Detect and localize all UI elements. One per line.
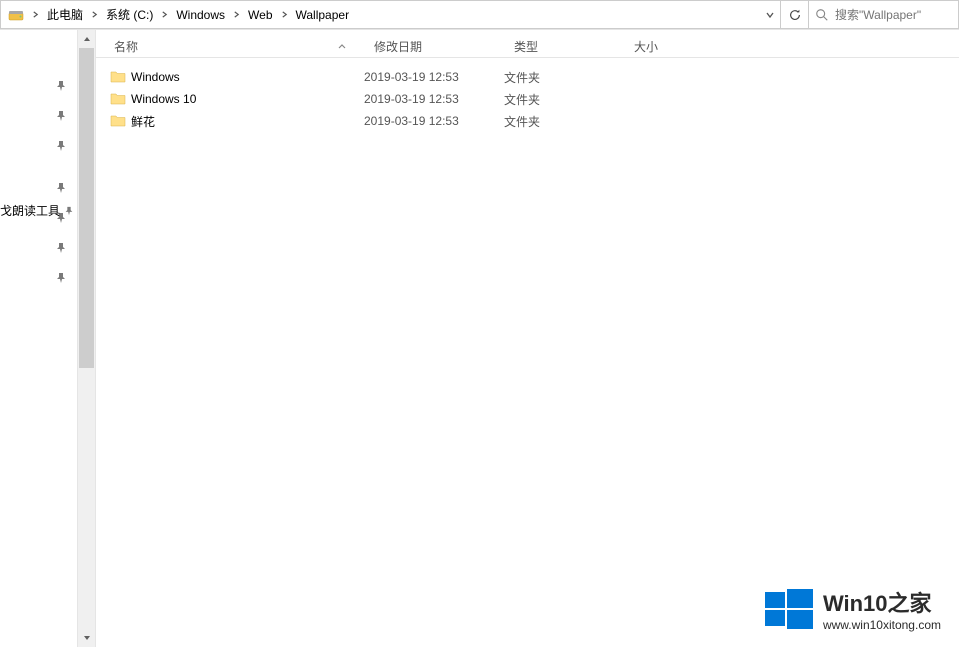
search-input[interactable]: 搜索"Wallpaper" — [809, 0, 959, 29]
file-name: 鲜花 — [131, 113, 155, 130]
watermark-title: Win10之家 — [823, 591, 941, 617]
file-date: 2019-03-19 12:53 — [364, 114, 504, 128]
pin-icon — [55, 182, 67, 194]
file-type: 文件夹 — [504, 69, 624, 86]
column-label: 修改日期 — [374, 38, 422, 55]
scroll-down-button[interactable] — [78, 629, 95, 647]
folder-icon — [110, 91, 126, 107]
breadcrumb-item[interactable]: Wallpaper — [291, 1, 355, 28]
breadcrumb-separator-icon[interactable] — [88, 11, 101, 18]
drive-icon — [7, 6, 25, 24]
search-icon — [815, 8, 829, 22]
column-label: 类型 — [514, 38, 538, 55]
watermark: Win10之家 www.win10xitong.com — [765, 586, 941, 637]
sort-indicator-icon — [338, 40, 346, 54]
file-list-pane: 名称 修改日期 类型 大小 Windows 2019-03-19 12:53 文… — [96, 30, 959, 647]
file-name: Windows 10 — [131, 92, 196, 106]
breadcrumb: 此电脑 系统 (C:) Windows Web Wallpaper — [42, 1, 354, 28]
pin-icon — [55, 110, 67, 122]
folder-icon — [110, 113, 126, 129]
breadcrumb-separator-icon[interactable] — [230, 11, 243, 18]
breadcrumb-item[interactable]: 系统 (C:) — [101, 1, 158, 28]
watermark-url: www.win10xitong.com — [823, 618, 941, 632]
columns-header: 名称 修改日期 类型 大小 — [96, 30, 959, 58]
breadcrumb-separator-icon[interactable] — [29, 11, 42, 18]
pin-icon — [55, 242, 67, 254]
file-row[interactable]: 鲜花 2019-03-19 12:53 文件夹 — [96, 110, 959, 132]
file-type: 文件夹 — [504, 91, 624, 108]
column-header-date[interactable]: 修改日期 — [364, 34, 504, 59]
file-row[interactable]: Windows 10 2019-03-19 12:53 文件夹 — [96, 88, 959, 110]
file-type: 文件夹 — [504, 113, 624, 130]
column-label: 大小 — [634, 38, 658, 55]
file-list: Windows 2019-03-19 12:53 文件夹 Windows 10 … — [96, 58, 959, 647]
refresh-button[interactable] — [781, 0, 809, 29]
breadcrumb-separator-icon[interactable] — [158, 11, 171, 18]
address-bar[interactable]: 此电脑 系统 (C:) Windows Web Wallpaper — [0, 0, 760, 29]
history-dropdown-button[interactable] — [759, 0, 781, 29]
scroll-thumb[interactable] — [79, 48, 94, 368]
file-date: 2019-03-19 12:53 — [364, 92, 504, 106]
main-area: 戈朗读工具 名称 修改日期 类型 大小 — [0, 30, 959, 647]
scroll-track[interactable] — [78, 48, 95, 629]
win10-logo-icon — [765, 586, 813, 637]
search-placeholder: 搜索"Wallpaper" — [835, 6, 921, 23]
sidebar-quick-access: 戈朗读工具 — [0, 30, 78, 647]
pin-icon — [55, 140, 67, 152]
column-header-size[interactable]: 大小 — [624, 34, 704, 59]
file-date: 2019-03-19 12:53 — [364, 70, 504, 84]
column-label: 名称 — [114, 38, 138, 55]
breadcrumb-item[interactable]: Web — [243, 1, 277, 28]
sidebar-scrollbar[interactable] — [78, 30, 96, 647]
address-row: 此电脑 系统 (C:) Windows Web Wallpaper 搜索"Wal… — [0, 0, 959, 30]
column-header-type[interactable]: 类型 — [504, 34, 624, 59]
breadcrumb-item[interactable]: 此电脑 — [42, 1, 88, 28]
file-row[interactable]: Windows 2019-03-19 12:53 文件夹 — [96, 66, 959, 88]
pin-icon — [55, 80, 67, 92]
file-name: Windows — [131, 70, 180, 84]
breadcrumb-item[interactable]: Windows — [171, 1, 230, 28]
folder-icon — [110, 69, 126, 85]
pin-icon — [55, 272, 67, 284]
sidebar-item-label: 戈朗读工具 — [0, 202, 60, 219]
pin-icon — [64, 206, 74, 216]
sidebar-item[interactable]: 戈朗读工具 — [0, 202, 74, 219]
breadcrumb-separator-icon[interactable] — [278, 11, 291, 18]
column-header-name[interactable]: 名称 — [96, 34, 364, 59]
scroll-up-button[interactable] — [78, 30, 95, 48]
